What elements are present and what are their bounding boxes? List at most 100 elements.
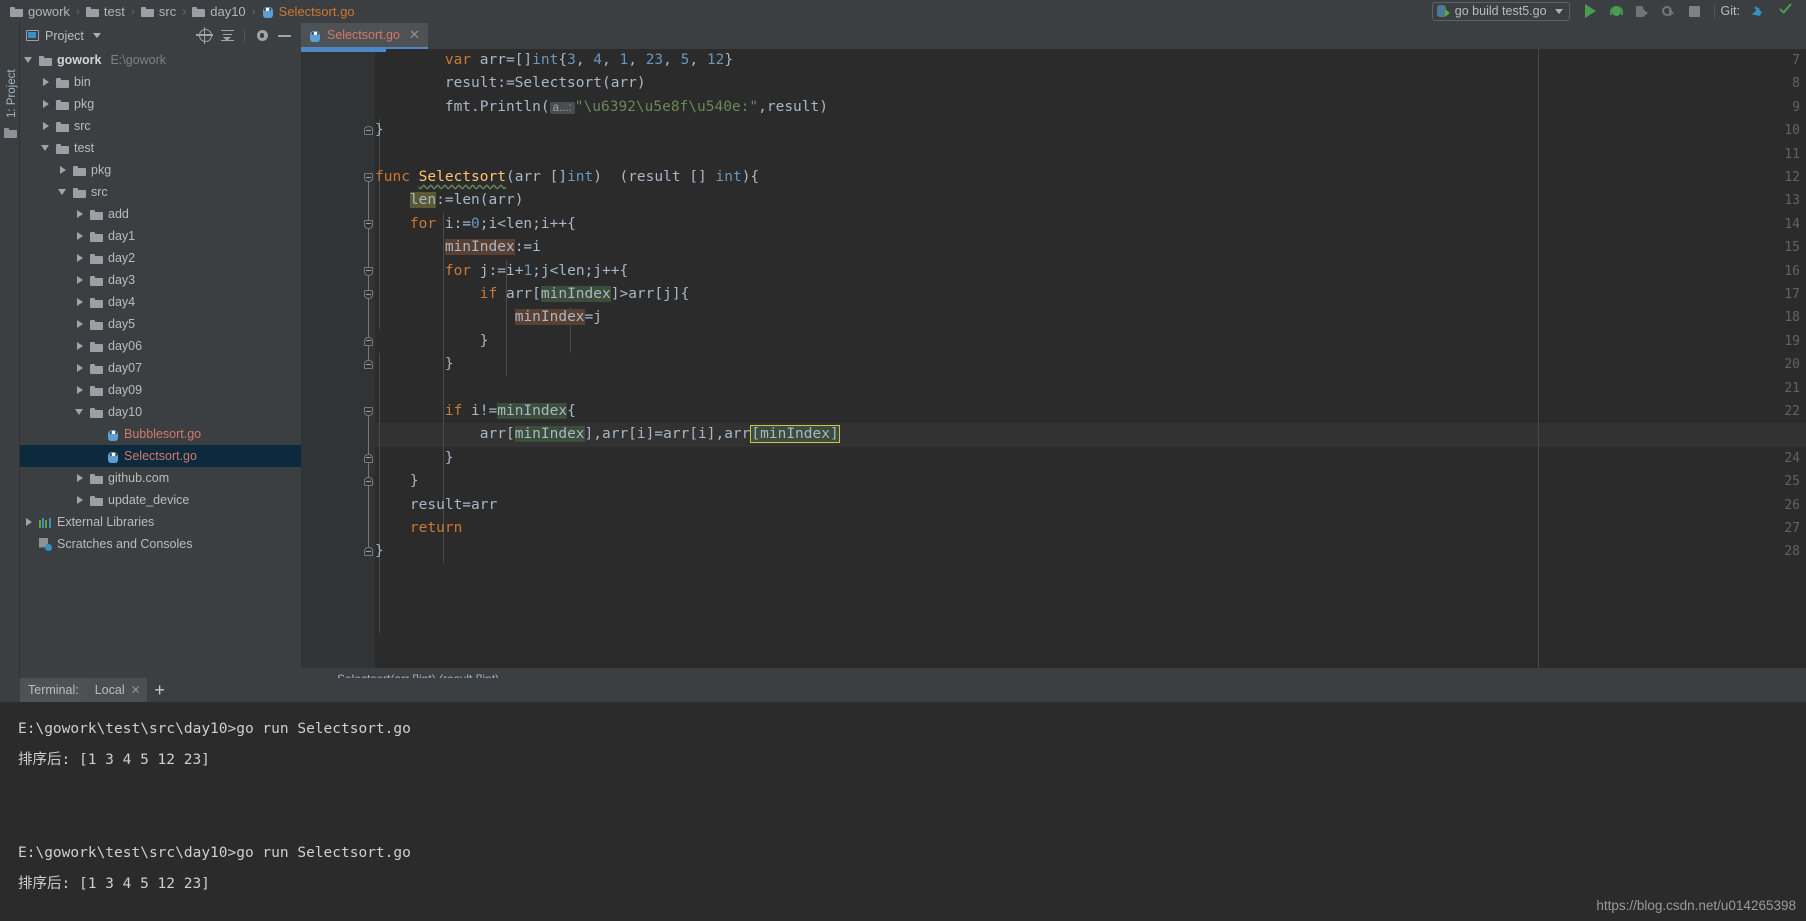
tree-item-label: github.com — [108, 471, 170, 485]
chevron-right-icon[interactable] — [75, 341, 85, 351]
tree-item-day4[interactable]: day4 — [20, 291, 301, 313]
breadcrumb-item-src[interactable]: src — [139, 0, 178, 22]
editor-splitter[interactable] — [301, 49, 302, 668]
chevron-down-icon[interactable] — [24, 55, 34, 65]
breadcrumb-item-test[interactable]: test — [84, 0, 127, 22]
code-editor[interactable]: 7891011121314151617181920212223242526272… — [301, 49, 1806, 668]
tree-item-day5[interactable]: day5 — [20, 313, 301, 335]
chevron-right-icon[interactable] — [41, 121, 51, 131]
breadcrumb-item-gowork[interactable]: gowork — [8, 0, 72, 22]
terminal-tab-local[interactable]: Local ✕ — [86, 678, 147, 702]
settings-button[interactable] — [251, 25, 273, 47]
tree-item-day3[interactable]: day3 — [20, 269, 301, 291]
chevron-right-icon[interactable] — [75, 253, 85, 263]
tree-item-test[interactable]: test — [20, 137, 301, 159]
terminal-line: 排序后: [1 3 4 5 12 23] — [18, 876, 210, 892]
code-line: minIndex:=i — [444, 239, 541, 256]
code-content[interactable]: var arr=[]int{3, 4, 1, 23, 5, 12} result… — [375, 49, 1806, 668]
breadcrumb-label: gowork — [28, 3, 70, 19]
tree-item-day09[interactable]: day09 — [20, 379, 301, 401]
tree-item-label: pkg — [91, 163, 112, 177]
tree-item-github-com[interactable]: github.com — [20, 467, 301, 489]
chevron-right-icon[interactable] — [41, 99, 51, 109]
fold-marker[interactable] — [364, 360, 373, 370]
folder-icon — [140, 6, 154, 17]
code-line: arr[minIndex],arr[i]=arr[i],arr[minIndex… — [375, 425, 840, 444]
collapse-all-button[interactable] — [216, 25, 238, 47]
go-run-icon — [1436, 4, 1450, 18]
tree-item-day1[interactable]: day1 — [20, 225, 301, 247]
tab-selectsort-go[interactable]: Selectsort.go ✕ — [301, 23, 428, 49]
tree-item-day07[interactable]: day07 — [20, 357, 301, 379]
new-terminal-button[interactable]: + — [147, 678, 173, 702]
chevron-down-icon[interactable] — [75, 407, 85, 417]
stop-button[interactable] — [1682, 0, 1708, 22]
run-with-coverage-button[interactable] — [1630, 0, 1656, 22]
tree-item-label: day5 — [108, 317, 136, 331]
tree-item-bubblesort-go[interactable]: Bubblesort.go — [20, 423, 301, 445]
project-panel-title[interactable]: Project — [26, 29, 101, 43]
run-configuration-selector[interactable]: go build test5.go — [1431, 1, 1570, 21]
chevron-right-icon[interactable] — [75, 363, 85, 373]
chevron-right-icon[interactable] — [58, 165, 68, 175]
tree-item-pkg[interactable]: pkg — [20, 93, 301, 115]
editor-tab-strip: Selectsort.go ✕ — [301, 22, 1806, 49]
tree-item-update-device[interactable]: update_device — [20, 489, 301, 511]
code-line: } — [375, 332, 489, 349]
close-icon[interactable]: ✕ — [131, 683, 141, 697]
breadcrumb-item-day10[interactable]: day10 — [190, 0, 247, 22]
chevron-right-icon[interactable] — [24, 517, 34, 527]
play-icon — [1585, 4, 1597, 18]
tree-item-day06[interactable]: day06 — [20, 335, 301, 357]
chevron-down-icon[interactable] — [41, 143, 51, 153]
breadcrumb-separator: › — [130, 4, 135, 18]
tree-item-pkg[interactable]: pkg — [20, 159, 301, 181]
tree-item-day10[interactable]: day10 — [20, 401, 301, 423]
fold-marker[interactable] — [364, 126, 373, 136]
tree-item-scratches-and-consoles[interactable]: Scratches and Consoles — [20, 533, 301, 555]
git-update-button[interactable] — [1746, 0, 1772, 22]
folder-icon — [56, 143, 69, 154]
chevron-right-icon[interactable] — [75, 473, 85, 483]
chevron-right-icon[interactable] — [75, 319, 85, 329]
chevron-right-icon[interactable] — [75, 209, 85, 219]
chevron-right-icon[interactable] — [75, 385, 85, 395]
locate-button[interactable] — [194, 25, 216, 47]
project-view-icon — [26, 30, 39, 41]
tree-item-src[interactable]: src — [20, 115, 301, 137]
hide-panel-button[interactable] — [273, 25, 295, 47]
tree-item-add[interactable]: add — [20, 203, 301, 225]
chevron-right-icon[interactable] — [75, 495, 85, 505]
tree-item-label: day1 — [108, 229, 136, 243]
tree-item-external-libraries[interactable]: External Libraries — [20, 511, 301, 533]
run-button[interactable] — [1578, 0, 1604, 22]
editor-horizontal-scrollbar[interactable] — [301, 49, 386, 52]
chevron-right-icon[interactable] — [41, 77, 51, 87]
fold-marker[interactable] — [364, 547, 373, 557]
chevron-right-icon[interactable] — [75, 275, 85, 285]
tree-item-src[interactable]: src — [20, 181, 301, 203]
project-tool-tab[interactable]: 1: Project — [6, 38, 18, 118]
folder-icon — [90, 297, 103, 308]
project-tree[interactable]: gowork E:\gowork bin pkg src test pkg src add day… — [20, 49, 301, 668]
tree-item-selectsort-go[interactable]: Selectsort.go — [20, 445, 301, 467]
tree-item-gowork[interactable]: gowork E:\gowork — [20, 49, 301, 71]
terminal-output[interactable]: E:\gowork\test\src\day10>go run Selectso… — [0, 702, 1806, 921]
git-commit-button[interactable] — [1772, 0, 1798, 22]
code-line: result=arr — [375, 496, 498, 513]
tree-item-bin[interactable]: bin — [20, 71, 301, 93]
tree-item-day2[interactable]: day2 — [20, 247, 301, 269]
tree-item-label: Bubblesort.go — [124, 427, 202, 441]
chevron-right-icon[interactable] — [75, 231, 85, 241]
debug-button[interactable] — [1604, 0, 1630, 22]
close-icon[interactable]: ✕ — [409, 27, 420, 43]
right-margin-guide — [1538, 49, 1539, 668]
chevron-right-icon[interactable] — [75, 297, 85, 307]
chevron-down-icon[interactable] — [58, 187, 68, 197]
profile-button[interactable] — [1656, 0, 1682, 22]
toolbar-divider — [1713, 4, 1715, 18]
code-line: for i:=0;i<len;i++{ — [409, 215, 576, 232]
tree-item-label: day07 — [108, 361, 143, 375]
editor-gutter[interactable] — [301, 49, 361, 668]
breadcrumb-item-selectsort-go[interactable]: Selectsort.go — [260, 0, 357, 22]
